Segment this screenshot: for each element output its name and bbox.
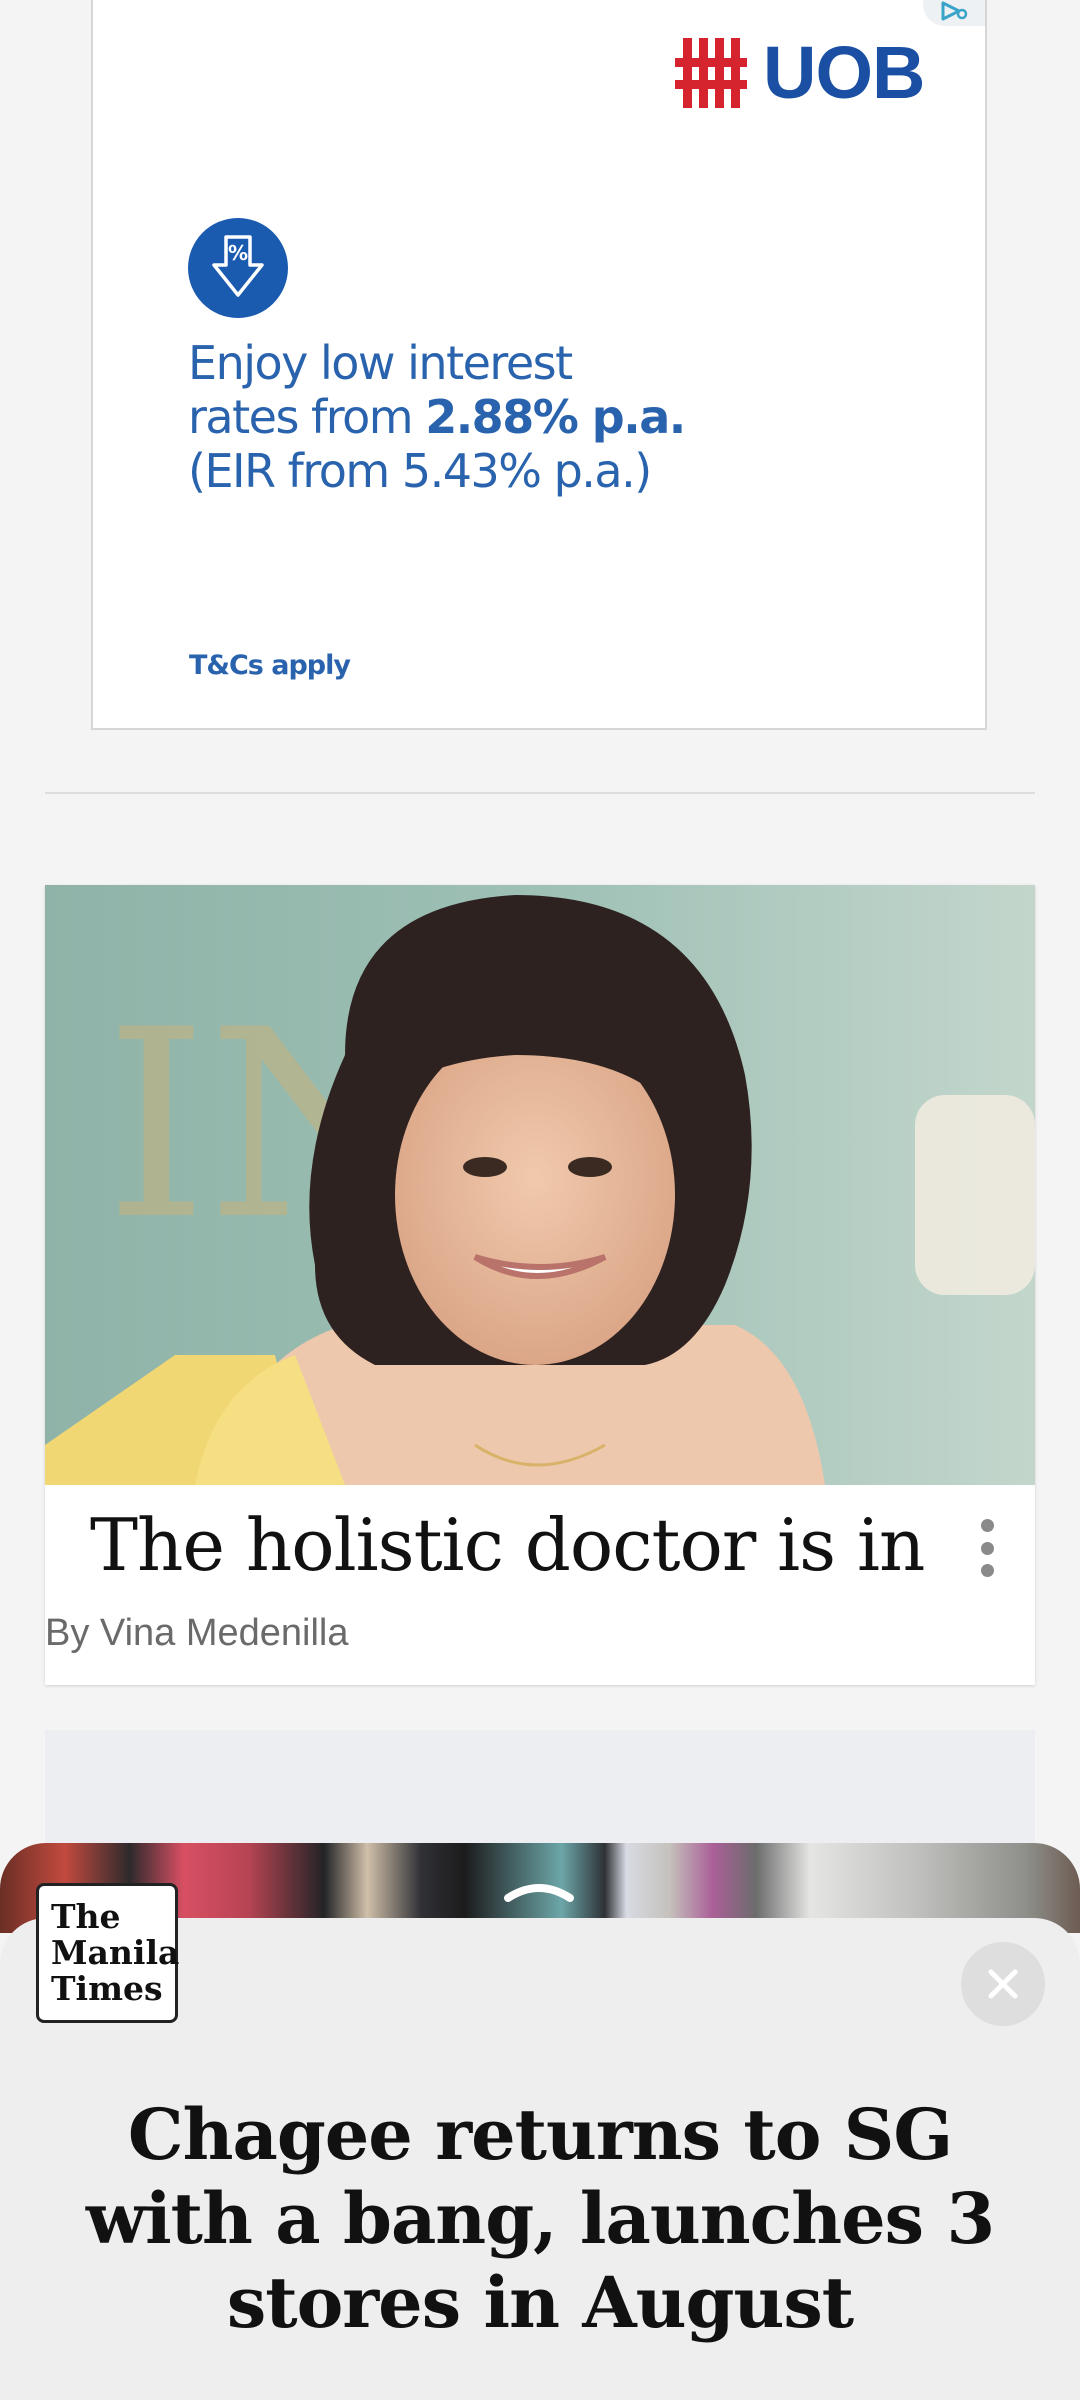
section-divider [45, 792, 1035, 794]
percent-down-icon: % [188, 218, 288, 318]
svg-text:%: % [228, 241, 248, 265]
article-title[interactable]: The holistic doctor is in [90, 1503, 950, 1587]
uob-logo: UOB [675, 30, 925, 115]
ad-offer-text: Enjoy low interest rates from 2.88% p.a.… [188, 336, 888, 498]
ad-rate: 2.88% p.a. [425, 390, 686, 444]
dot-icon [980, 1564, 994, 1577]
article-image[interactable]: IN [45, 885, 1035, 1485]
ad-line-1: Enjoy low interest [188, 336, 573, 390]
ad-terms: T&Cs apply [189, 650, 351, 681]
more-options-icon[interactable] [967, 1513, 1007, 1583]
ad-line-2: rates from 2.88% p.a. [188, 390, 888, 444]
logo-line-3: Times [51, 1969, 163, 2008]
uob-advertisement[interactable]: UOB % Enjoy low interest rates from 2.88… [91, 0, 987, 730]
manila-times-logo: The Manila Times [36, 1883, 180, 2023]
logo-line-2: Manila [51, 1933, 180, 1972]
chevron-up-icon[interactable] [502, 1876, 576, 1904]
close-button[interactable] [961, 1942, 1045, 2026]
ad-line-2-prefix: rates from [188, 390, 426, 444]
close-icon [988, 1969, 1018, 1999]
dot-icon [980, 1541, 994, 1555]
ad-line-3: (EIR from 5.43% p.a.) [188, 444, 652, 498]
dot-icon [980, 1519, 994, 1532]
article-card[interactable]: IN The holistic doctor is in [45, 885, 1035, 1685]
ad-choices-icon[interactable] [923, 0, 985, 26]
logo-line-1: The [51, 1897, 121, 1936]
sheet-headline[interactable]: Chagee returns to SG with a bang, launch… [40, 2093, 1040, 2345]
uob-logo-mark-icon [675, 37, 747, 108]
uob-brand-text: UOB [763, 31, 925, 114]
article-author: By Vina Medenilla [45, 1612, 349, 1654]
